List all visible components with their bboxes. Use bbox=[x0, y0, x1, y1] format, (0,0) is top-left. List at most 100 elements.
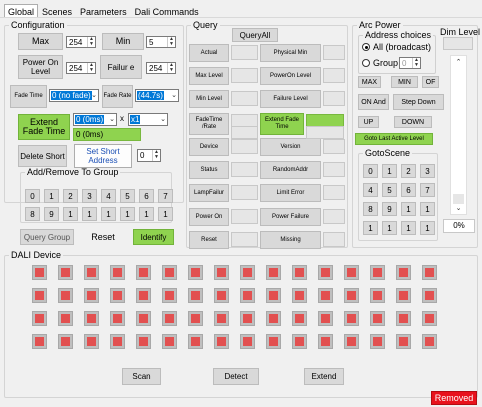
group-number-button[interactable]: 7 bbox=[158, 189, 173, 203]
device-cell[interactable] bbox=[370, 311, 385, 326]
query-right-button[interactable]: Power Failure bbox=[260, 208, 321, 226]
query-right-button[interactable]: RandomAddr bbox=[260, 161, 321, 179]
scene-button[interactable]: 3 bbox=[420, 164, 435, 178]
max-button[interactable]: Max bbox=[18, 33, 63, 50]
query-left-button[interactable]: Reset bbox=[189, 231, 229, 249]
query-right-button[interactable]: Failure Level bbox=[260, 90, 321, 108]
spin-arrows-icon[interactable]: ▲ ▼ bbox=[167, 37, 175, 47]
scene-button[interactable]: 6 bbox=[401, 183, 416, 197]
device-cell[interactable] bbox=[422, 265, 437, 280]
scene-button[interactable]: 1 bbox=[401, 202, 416, 216]
short-address-stepper[interactable]: 0 ▲ ▼ bbox=[137, 149, 161, 162]
goto-last-active-level-button[interactable]: Goto Last Active Level bbox=[355, 133, 433, 145]
failure-value-stepper[interactable]: 254 ▲ ▼ bbox=[146, 62, 176, 74]
device-cell[interactable] bbox=[214, 334, 229, 349]
min-value-stepper[interactable]: 5 ▲ ▼ bbox=[146, 36, 176, 48]
device-cell[interactable] bbox=[136, 288, 151, 303]
device-cell[interactable] bbox=[214, 311, 229, 326]
scan-button[interactable]: Scan bbox=[122, 368, 161, 385]
fade-time-button[interactable]: Fade Time bbox=[10, 85, 47, 108]
scene-button[interactable]: 7 bbox=[420, 183, 435, 197]
query-right-button[interactable]: Limit Error bbox=[260, 184, 321, 202]
query-left-button[interactable]: LampFailur bbox=[189, 184, 229, 202]
device-cell[interactable] bbox=[370, 265, 385, 280]
device-cell[interactable] bbox=[292, 288, 307, 303]
reset-button[interactable]: Reset bbox=[79, 229, 127, 245]
group-number-button[interactable]: 6 bbox=[139, 189, 154, 203]
power-on-value-stepper[interactable]: 254 ▲ ▼ bbox=[66, 62, 96, 74]
query-all-button[interactable]: QueryAll bbox=[232, 28, 278, 42]
down-button[interactable]: DOWN bbox=[394, 116, 432, 128]
chevron-up-icon[interactable]: ⌃ bbox=[451, 58, 466, 66]
group-number-button[interactable]: 8 bbox=[25, 207, 40, 221]
spin-arrows-icon[interactable]: ▲ ▼ bbox=[167, 63, 175, 73]
query-right-button[interactable]: Missing bbox=[260, 231, 321, 249]
device-cell[interactable] bbox=[292, 334, 307, 349]
delete-short-button[interactable]: Delete Short bbox=[18, 145, 67, 167]
query-left-button[interactable]: Power On bbox=[189, 208, 229, 226]
device-cell[interactable] bbox=[84, 311, 99, 326]
extend-fade-select[interactable]: 0 (0ms) ⌄ bbox=[73, 113, 117, 126]
scene-button[interactable]: 1 bbox=[420, 202, 435, 216]
extend-fade-time-button[interactable]: Extend Fade Time bbox=[18, 114, 70, 140]
min-arc-button[interactable]: MIN bbox=[391, 76, 418, 88]
device-cell[interactable] bbox=[292, 265, 307, 280]
chevron-down-icon[interactable]: ⌄ bbox=[451, 204, 466, 212]
device-cell[interactable] bbox=[344, 265, 359, 280]
power-on-level-button[interactable]: Power On Level bbox=[18, 55, 63, 79]
device-cell[interactable] bbox=[84, 288, 99, 303]
device-cell[interactable] bbox=[240, 265, 255, 280]
device-cell[interactable] bbox=[110, 288, 125, 303]
group-number-button[interactable]: 2 bbox=[63, 189, 78, 203]
group-number-button[interactable]: 1 bbox=[63, 207, 78, 221]
device-cell[interactable] bbox=[240, 334, 255, 349]
scene-button[interactable]: 1 bbox=[382, 164, 397, 178]
fade-rate-select[interactable]: (44.7s) ⌄ bbox=[135, 89, 179, 102]
spin-arrows-icon[interactable]: ▲ ▼ bbox=[412, 58, 420, 68]
query-right-button[interactable]: Extend Fade Time bbox=[260, 113, 304, 135]
device-cell[interactable] bbox=[240, 288, 255, 303]
group-number-button[interactable]: 1 bbox=[158, 207, 173, 221]
device-cell[interactable] bbox=[370, 334, 385, 349]
failure-level-button[interactable]: Failur e bbox=[100, 55, 142, 79]
device-cell[interactable] bbox=[266, 311, 281, 326]
tab-dali-commands[interactable]: Dali Commands bbox=[131, 4, 203, 18]
scene-button[interactable]: 8 bbox=[363, 202, 378, 216]
device-cell[interactable] bbox=[58, 334, 73, 349]
scene-button[interactable]: 9 bbox=[382, 202, 397, 216]
tab-scenes[interactable]: Scenes bbox=[38, 4, 76, 18]
group-number-button[interactable]: 1 bbox=[139, 207, 154, 221]
device-cell[interactable] bbox=[162, 265, 177, 280]
query-left-button[interactable]: Status bbox=[189, 161, 229, 179]
scene-button[interactable]: 1 bbox=[382, 221, 397, 235]
set-short-address-button[interactable]: Set Short Address bbox=[74, 144, 132, 168]
device-cell[interactable] bbox=[32, 334, 47, 349]
extend-button[interactable]: Extend bbox=[304, 368, 344, 385]
scene-button[interactable]: 2 bbox=[401, 164, 416, 178]
device-cell[interactable] bbox=[396, 311, 411, 326]
slider-thumb[interactable] bbox=[453, 194, 464, 204]
fade-rate-button[interactable]: Fade Rate bbox=[102, 85, 133, 108]
device-cell[interactable] bbox=[188, 288, 203, 303]
scene-button[interactable]: 1 bbox=[363, 221, 378, 235]
spin-arrows-icon[interactable]: ▲ ▼ bbox=[87, 63, 95, 73]
device-cell[interactable] bbox=[58, 311, 73, 326]
dim-level-slider[interactable]: ⌃ ⌄ bbox=[450, 55, 467, 215]
device-cell[interactable] bbox=[318, 265, 333, 280]
chevron-down-icon[interactable]: ⌄ bbox=[109, 114, 115, 125]
group-number-button[interactable]: 5 bbox=[120, 189, 135, 203]
device-cell[interactable] bbox=[214, 265, 229, 280]
chevron-down-icon[interactable]: ⌄ bbox=[160, 114, 166, 125]
device-cell[interactable] bbox=[32, 311, 47, 326]
device-cell[interactable] bbox=[344, 288, 359, 303]
device-cell[interactable] bbox=[188, 311, 203, 326]
group-number-button[interactable]: 1 bbox=[120, 207, 135, 221]
device-cell[interactable] bbox=[396, 265, 411, 280]
broadcast-radio[interactable]: All (broadcast) bbox=[362, 42, 431, 52]
query-left-button[interactable]: Device bbox=[189, 138, 229, 156]
multiplier-select[interactable]: x1 ⌄ bbox=[128, 113, 168, 126]
device-cell[interactable] bbox=[58, 265, 73, 280]
device-cell[interactable] bbox=[214, 288, 229, 303]
fade-time-select[interactable]: 0 (no fade) ⌄ bbox=[49, 89, 99, 102]
group-number-button[interactable]: 4 bbox=[101, 189, 116, 203]
